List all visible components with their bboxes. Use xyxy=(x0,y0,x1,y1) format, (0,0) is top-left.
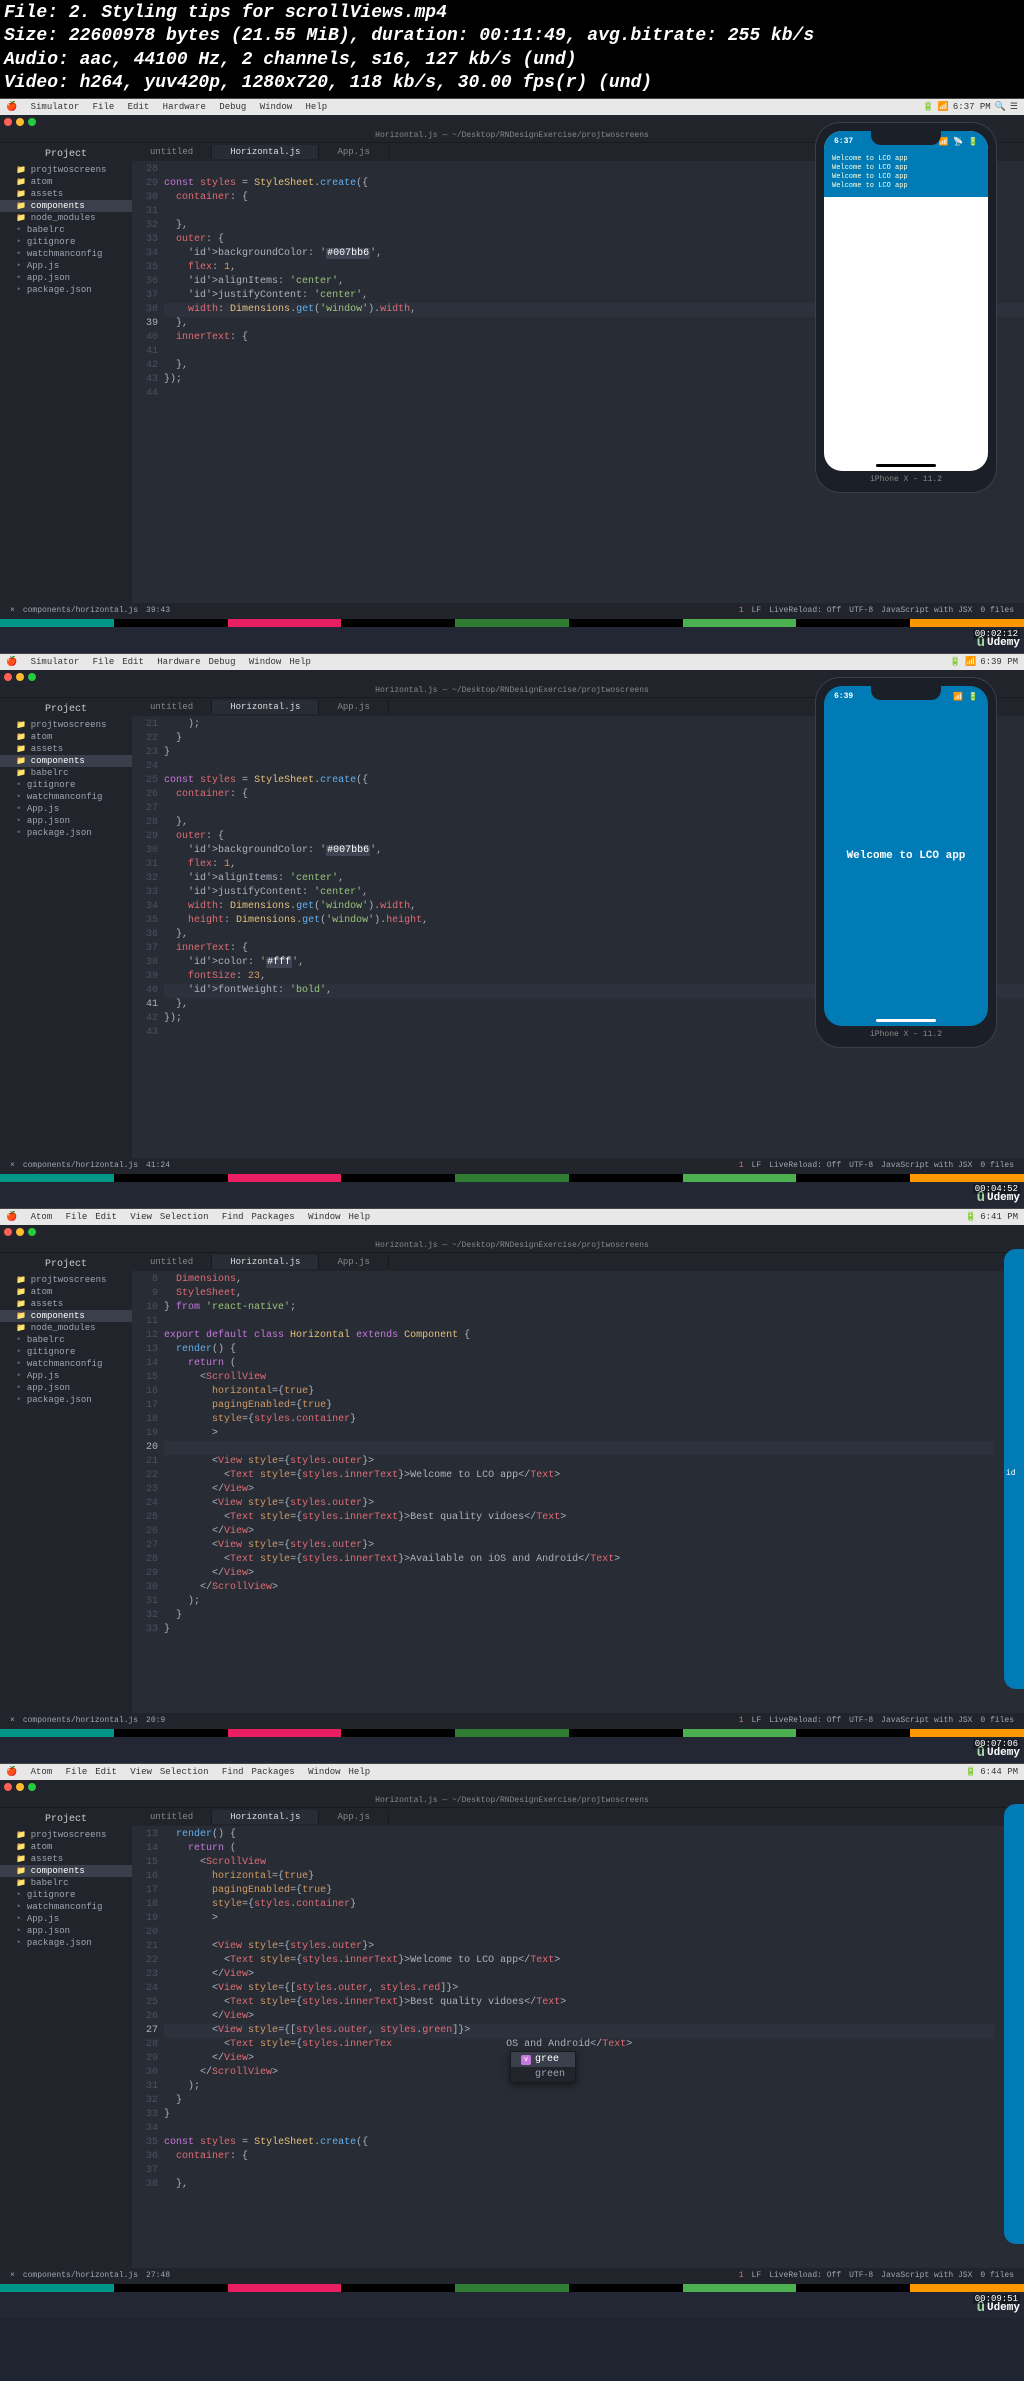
tree-item[interactable]: components xyxy=(0,1310,132,1322)
tree-item[interactable]: watchmanconfig xyxy=(0,1358,132,1370)
status-bar: ×components/horizontal.js39:43 1LFLiveRe… xyxy=(0,603,1024,619)
tree-item[interactable]: node_modules xyxy=(0,1322,132,1334)
tree-item[interactable]: assets xyxy=(0,1853,132,1865)
tree-item[interactable]: node_modules xyxy=(0,212,132,224)
apple-icon[interactable]: 🍎 xyxy=(6,657,17,667)
video-frame-4: 🍎 Atom FileEdit ViewSelection FindPackag… xyxy=(0,1763,1024,2318)
tree-item[interactable]: components xyxy=(0,1865,132,1877)
color-strip xyxy=(0,619,1024,627)
video-frame-1: 🍎 Simulator File Edit Hardware Debug Win… xyxy=(0,98,1024,653)
tree-item[interactable]: atom xyxy=(0,1286,132,1298)
tree-item[interactable]: assets xyxy=(0,1298,132,1310)
code-editor[interactable]: 8910111213141516171819202122232425262728… xyxy=(132,1271,1024,1713)
tree-item[interactable]: watchmanconfig xyxy=(0,1901,132,1913)
video-frame-3: 🍎 Atom FileEdit ViewSelection FindPackag… xyxy=(0,1208,1024,1763)
apple-icon[interactable]: 🍎 xyxy=(6,1212,17,1222)
tree-item[interactable]: app.json xyxy=(0,815,132,827)
tree-item[interactable]: atom xyxy=(0,1841,132,1853)
udemy-logo: ûUdemy xyxy=(977,635,1020,651)
tree-item[interactable]: assets xyxy=(0,188,132,200)
tree-item[interactable]: package.json xyxy=(0,284,132,296)
iphone-simulator[interactable]: 6:37📶 📡 🔋 Welcome to LCO appWelcome to L… xyxy=(816,123,996,492)
mac-menubar[interactable]: 🍎 Simulator FileEdit HardwareDebug Windo… xyxy=(0,654,1024,670)
tree-item[interactable]: components xyxy=(0,755,132,767)
video-frame-2: 🍎 Simulator FileEdit HardwareDebug Windo… xyxy=(0,653,1024,1208)
tree-item[interactable]: atom xyxy=(0,176,132,188)
tree-item[interactable]: components xyxy=(0,200,132,212)
project-tree[interactable]: Project projtwoscreens atomassetscompone… xyxy=(0,698,132,1158)
tree-item[interactable]: App.js xyxy=(0,1370,132,1382)
partial-phone: id xyxy=(1004,1249,1024,1689)
tree-item[interactable]: gitignore xyxy=(0,1346,132,1358)
tree-item[interactable]: package.json xyxy=(0,1937,132,1949)
file-metadata: File: 2. Styling tips for scrollViews.mp… xyxy=(0,0,1024,98)
tree-item[interactable]: app.json xyxy=(0,272,132,284)
phone-welcome-text: Welcome to LCO app xyxy=(847,850,966,862)
tree-item[interactable]: assets xyxy=(0,743,132,755)
tree-item[interactable]: watchmanconfig xyxy=(0,791,132,803)
tree-item[interactable]: atom xyxy=(0,731,132,743)
apple-icon[interactable]: 🍎 xyxy=(6,1767,17,1777)
tree-item[interactable]: watchmanconfig xyxy=(0,248,132,260)
mac-status: 🔋📶6:37 PM🔍☰ xyxy=(918,102,1018,112)
tree-item[interactable]: babelrc xyxy=(0,1877,132,1889)
tree-item[interactable]: app.json xyxy=(0,1925,132,1937)
apple-icon[interactable]: 🍎 xyxy=(6,102,17,112)
tree-item[interactable]: gitignore xyxy=(0,779,132,791)
project-tree[interactable]: Project projtwoscreens atomassetscompone… xyxy=(0,143,132,603)
tree-item[interactable]: app.json xyxy=(0,1382,132,1394)
tree-item[interactable]: App.js xyxy=(0,1913,132,1925)
tree-item[interactable]: babelrc xyxy=(0,224,132,236)
mac-menubar[interactable]: 🍎 Simulator File Edit Hardware Debug Win… xyxy=(0,99,1024,115)
tree-item[interactable]: package.json xyxy=(0,1394,132,1406)
menu-app[interactable]: Simulator xyxy=(31,102,80,112)
autocomplete-option[interactable]: vgree xyxy=(511,2052,575,2067)
tree-root[interactable]: projtwoscreens xyxy=(0,164,132,176)
code-editor[interactable]: 1314151617181920212223242526272829303132… xyxy=(132,1826,1024,2268)
tree-item[interactable]: babelrc xyxy=(0,767,132,779)
autocomplete-popup[interactable]: vgree green xyxy=(510,2051,576,2083)
tree-item[interactable]: App.js xyxy=(0,803,132,815)
tree-item[interactable]: App.js xyxy=(0,260,132,272)
tree-item[interactable]: gitignore xyxy=(0,1889,132,1901)
tree-item[interactable]: gitignore xyxy=(0,236,132,248)
iphone-simulator[interactable]: 6:39📶 🔋 Welcome to LCO app iPhone X – 11… xyxy=(816,678,996,1047)
tree-item[interactable]: package.json xyxy=(0,827,132,839)
tree-item[interactable]: babelrc xyxy=(0,1334,132,1346)
autocomplete-option[interactable]: green xyxy=(511,2067,575,2082)
